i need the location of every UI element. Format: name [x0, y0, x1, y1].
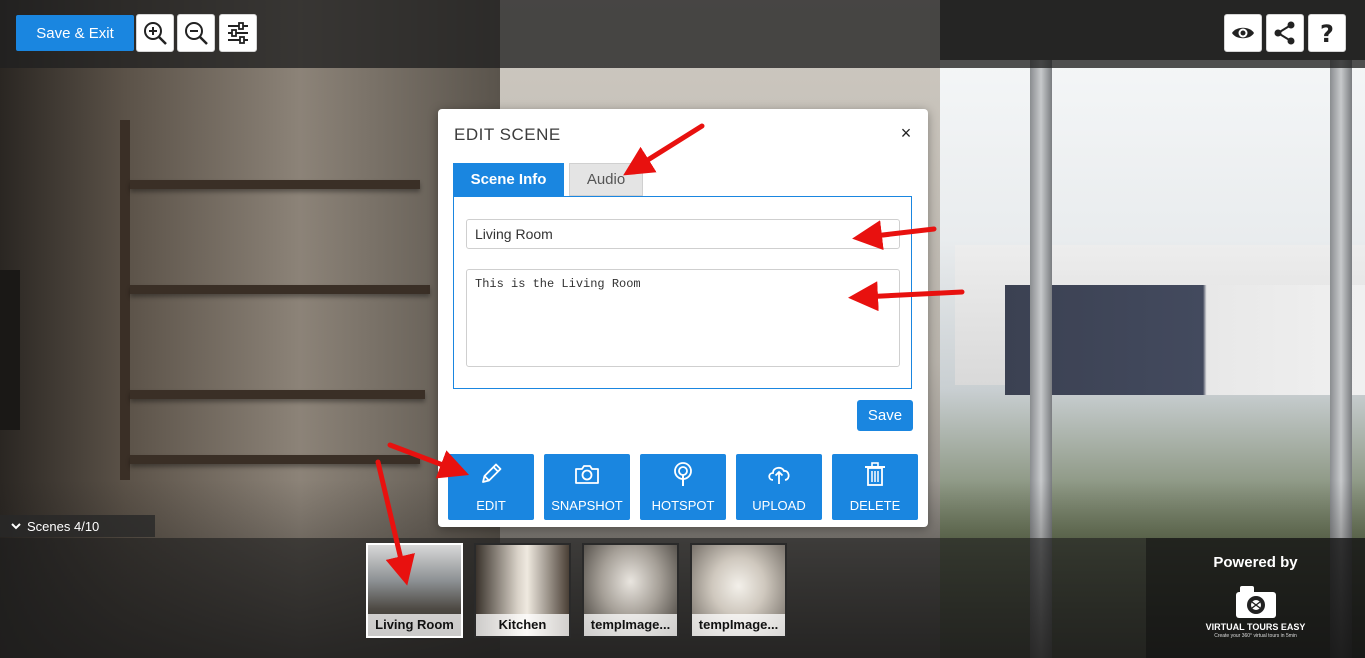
sliders-icon	[228, 22, 248, 44]
delete-label: DELETE	[849, 498, 901, 513]
trash-icon	[865, 462, 885, 486]
bookshelf	[120, 120, 430, 480]
save-exit-button[interactable]: Save & Exit	[16, 15, 134, 51]
share-button[interactable]	[1266, 14, 1304, 52]
edit-button[interactable]: EDIT	[448, 454, 534, 520]
svg-text:?: ?	[1320, 20, 1334, 46]
shelf-board	[130, 180, 420, 189]
zoom-in-button[interactable]	[136, 14, 174, 52]
tab-audio[interactable]: Audio	[569, 163, 643, 196]
powered-by-panel: Powered by VIRTUAL TOURS EASY Create you…	[1146, 538, 1365, 658]
hotspot-label: HOTSPOT	[651, 498, 715, 513]
edit-label: EDIT	[476, 498, 506, 513]
scene-name-input[interactable]	[466, 219, 900, 249]
vte-logo-icon	[1236, 586, 1276, 618]
cloud-upload-icon	[768, 466, 790, 484]
settings-button[interactable]	[219, 14, 257, 52]
scene-thumb-label: tempImage...	[692, 614, 785, 636]
scene-thumb-living-room[interactable]: Living Room	[366, 543, 463, 638]
scene-thumb-tempimage-1[interactable]: tempImage...	[582, 543, 679, 638]
edit-scene-modal: EDIT SCENE × Scene Info Audio This is th…	[438, 109, 928, 527]
scene-thumb-tempimage-2[interactable]: tempImage...	[690, 543, 787, 638]
hotspot-button[interactable]: HOTSPOT	[640, 454, 726, 520]
question-icon: ?	[1320, 20, 1334, 46]
modal-title: EDIT SCENE	[454, 125, 561, 144]
outside-hoarding	[1005, 285, 1365, 395]
zoom-out-button[interactable]	[177, 14, 215, 52]
scenes-strip	[0, 538, 1146, 658]
snapshot-label: SNAPSHOT	[551, 498, 623, 513]
shelf-board	[130, 390, 425, 399]
shelf-board	[130, 455, 420, 464]
preview-button[interactable]	[1224, 14, 1262, 52]
scenes-count: Scenes 4/10	[27, 518, 100, 534]
zoom-in-icon	[144, 22, 167, 45]
hotspot-icon	[674, 462, 692, 486]
close-icon[interactable]: ×	[896, 123, 916, 143]
scene-info-panel: This is the Living Room	[453, 196, 912, 389]
camera-icon	[575, 465, 599, 484]
eye-icon	[1232, 27, 1254, 39]
powered-by-text: Powered by	[1213, 554, 1298, 571]
snapshot-button[interactable]: SNAPSHOT	[544, 454, 630, 520]
scenes-toggle[interactable]: Scenes 4/10	[0, 515, 155, 537]
top-toolbar: Save & Exit ?	[0, 0, 1365, 68]
upload-label: UPLOAD	[752, 498, 806, 513]
scene-thumb-kitchen[interactable]: Kitchen	[474, 543, 571, 638]
brand-name: VIRTUAL TOURS EASY	[1205, 622, 1306, 632]
help-button[interactable]: ?	[1308, 14, 1346, 52]
upload-button[interactable]: UPLOAD	[736, 454, 822, 520]
brand-tagline: Create your 360° virtual tours in 5min	[1214, 633, 1297, 639]
scene-thumb-label: Living Room	[368, 614, 461, 636]
pencil-icon	[482, 463, 502, 483]
scene-thumb-label: tempImage...	[584, 614, 677, 636]
scene-description-input[interactable]: This is the Living Room	[466, 269, 900, 367]
chevron-down-icon	[11, 523, 21, 530]
room-tv	[0, 270, 20, 430]
tab-scene-info[interactable]: Scene Info	[453, 163, 564, 196]
save-button[interactable]: Save	[857, 400, 913, 431]
shelf-board	[130, 285, 430, 294]
share-icon	[1274, 21, 1295, 45]
delete-button[interactable]: DELETE	[832, 454, 918, 520]
scene-thumb-label: Kitchen	[476, 614, 569, 636]
zoom-out-icon	[185, 22, 208, 45]
